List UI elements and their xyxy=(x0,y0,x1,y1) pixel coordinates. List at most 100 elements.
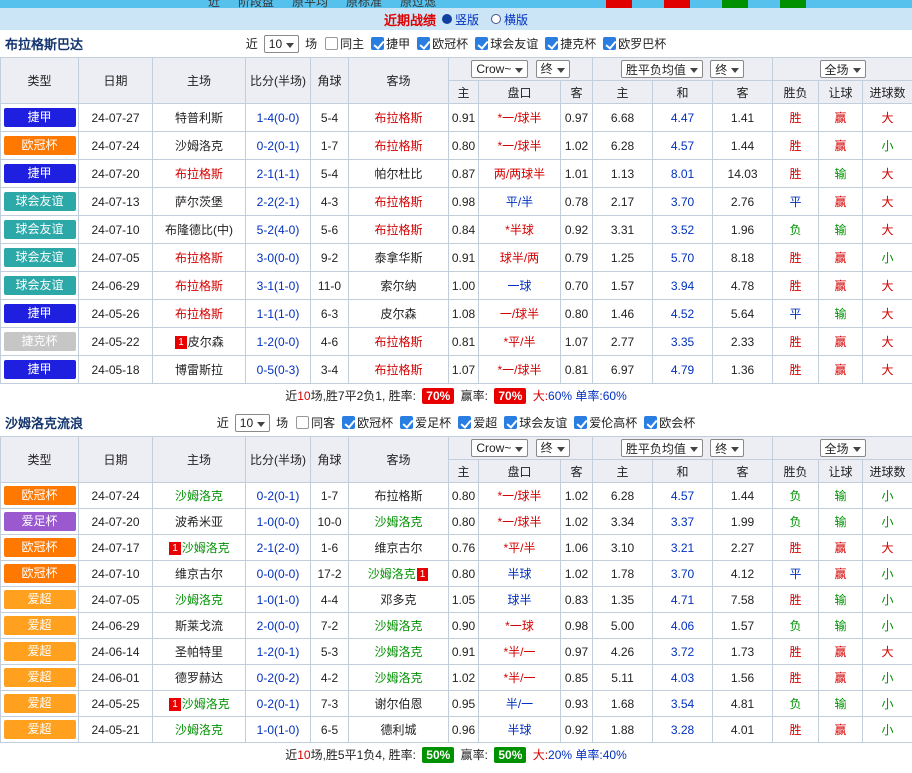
layout-radio-option[interactable]: 横版 xyxy=(491,11,528,28)
match-score[interactable]: 1-0(1-0) xyxy=(257,723,300,737)
match-score[interactable]: 2-1(2-0) xyxy=(257,541,300,555)
avg-time-select[interactable]: 终 xyxy=(710,439,744,457)
layout-radio-option[interactable]: 竖版 xyxy=(442,11,479,28)
competition-badge: 球会友谊 xyxy=(4,192,76,211)
match-score[interactable]: 3-0(0-0) xyxy=(257,251,300,265)
avg-away-cell: 1.73 xyxy=(713,639,773,665)
handicap-line: 两/两球半 xyxy=(494,167,545,181)
scope-select[interactable]: 全场 xyxy=(820,439,866,457)
select-value: 终 xyxy=(715,440,727,457)
avg-home: 4.26 xyxy=(611,645,634,659)
checkbox-icon xyxy=(475,37,488,50)
goals-result-cell: 小 xyxy=(863,587,912,613)
avg-draw: 4.06 xyxy=(671,619,694,633)
result-cell: 胜 xyxy=(773,535,819,561)
avg-odds-select[interactable]: 胜平负均值 xyxy=(621,439,703,457)
filter-checkbox[interactable]: 球会友谊 xyxy=(475,35,538,52)
avg-time-select[interactable]: 终 xyxy=(710,60,744,78)
filter-checkbox[interactable]: 同客 xyxy=(296,414,335,431)
match-date: 24-07-17 xyxy=(91,541,139,555)
avg-odds-select[interactable]: 胜平负均值 xyxy=(621,60,703,78)
away-team-name: 沙姆洛克 xyxy=(368,567,416,581)
handicap-cell: *一/球半 xyxy=(479,356,561,384)
avg-away-cell: 14.03 xyxy=(713,160,773,188)
corner-cell: 4-3 xyxy=(311,188,349,216)
filter-checkbox[interactable]: 欧罗巴杯 xyxy=(603,35,666,52)
result-wdl: 胜 xyxy=(790,541,802,555)
filter-label: 爱伦高杯 xyxy=(589,414,637,431)
competition-filters: 同客欧冠杯爱足杯爱超球会友谊 爱伦高杯欧会杯 xyxy=(296,414,695,431)
bookmaker-select[interactable]: Crow~ xyxy=(471,60,528,78)
filter-checkbox[interactable]: 爱伦高杯 xyxy=(574,414,637,431)
match-score[interactable]: 0-0(0-0) xyxy=(257,567,300,581)
match-date: 24-07-24 xyxy=(91,489,139,503)
match-score[interactable]: 5-2(4-0) xyxy=(257,223,300,237)
filters-bar: 近 10 场 同客欧冠杯爱足杯爱超球会友谊爱伦高杯欧会杯 xyxy=(217,414,696,432)
match-score[interactable]: 0-2(0-1) xyxy=(257,489,300,503)
avg-draw-cell: 4.52 xyxy=(653,300,713,328)
match-score[interactable]: 2-0(0-0) xyxy=(257,619,300,633)
goals-result-cell: 小 xyxy=(863,613,912,639)
handicap-result-cell: 赢 xyxy=(819,717,863,743)
away-team-name: 布拉格斯 xyxy=(374,223,422,237)
filter-checkbox[interactable]: 球会友谊 xyxy=(504,414,567,431)
match-date: 24-07-10 xyxy=(91,567,139,581)
match-score[interactable]: 1-2(0-0) xyxy=(257,335,300,349)
result-cell: 负 xyxy=(773,613,819,639)
match-score[interactable]: 0-2(0-1) xyxy=(257,139,300,153)
match-score[interactable]: 0-5(0-3) xyxy=(257,363,300,377)
select-value: 终 xyxy=(541,60,553,77)
match-date: 24-05-26 xyxy=(91,307,139,321)
competition-badge: 爱超 xyxy=(4,590,76,609)
scope-select[interactable]: 全场 xyxy=(820,60,866,78)
result-handicap: 输 xyxy=(835,307,847,321)
avg-draw: 3.21 xyxy=(671,541,694,555)
filter-checkbox[interactable]: 欧冠杯 xyxy=(417,35,468,52)
match-score[interactable]: 2-1(1-1) xyxy=(257,167,300,181)
odds-away: 0.93 xyxy=(565,697,588,711)
bookmaker-select[interactable]: Crow~ xyxy=(471,439,528,457)
type-cell: 爱超 xyxy=(1,587,79,613)
odds-away: 1.02 xyxy=(565,489,588,503)
match-score[interactable]: 0-2(0-1) xyxy=(257,697,300,711)
away-cell: 布拉格斯 xyxy=(349,216,449,244)
match-score[interactable]: 1-4(0-0) xyxy=(257,111,300,125)
avg-away: 1.44 xyxy=(731,139,754,153)
filter-checkbox[interactable]: 爱超 xyxy=(458,414,497,431)
avg-away: 4.01 xyxy=(731,723,754,737)
match-score[interactable]: 1-0(1-0) xyxy=(257,593,300,607)
match-count-select[interactable]: 10 xyxy=(235,414,270,432)
sub-avg-draw: 和 xyxy=(653,81,713,104)
score-cell: 0-0(0-0) xyxy=(246,561,311,587)
type-cell: 球会友谊 xyxy=(1,272,79,300)
filter-checkbox[interactable]: 捷甲 xyxy=(371,35,410,52)
match-score[interactable]: 1-0(0-0) xyxy=(257,515,300,529)
result-cell: 胜 xyxy=(773,272,819,300)
match-score[interactable]: 1-2(0-1) xyxy=(257,645,300,659)
odds-time-select[interactable]: 终 xyxy=(536,439,570,457)
away-cell: 沙姆洛克 xyxy=(349,613,449,639)
handicap-result-cell: 输 xyxy=(819,613,863,639)
match-score[interactable]: 1-1(1-0) xyxy=(257,307,300,321)
type-cell: 爱足杯 xyxy=(1,509,79,535)
home-team-name: 沙姆洛克 xyxy=(182,541,230,555)
home-cell: 布拉格斯 xyxy=(153,300,246,328)
filter-checkbox[interactable]: 捷克杯 xyxy=(545,35,596,52)
odds-away-cell: 0.97 xyxy=(561,104,593,132)
date-cell: 24-06-29 xyxy=(79,272,153,300)
near-label: 近 xyxy=(217,414,229,431)
match-score[interactable]: 3-1(1-0) xyxy=(257,279,300,293)
recent-results-bar: 近期战绩 竖版横版 xyxy=(0,8,912,30)
home-team-name: 布拉格斯 xyxy=(175,279,223,293)
odds-time-select[interactable]: 终 xyxy=(536,60,570,78)
filter-checkbox[interactable]: 欧会杯 xyxy=(644,414,695,431)
match-score[interactable]: 0-2(0-2) xyxy=(257,671,300,685)
filter-checkbox[interactable]: 爱足杯 xyxy=(400,414,451,431)
filter-checkbox[interactable]: 同主 xyxy=(325,35,364,52)
corner-cell: 6-3 xyxy=(311,300,349,328)
filter-checkbox[interactable]: 欧冠杯 xyxy=(342,414,393,431)
match-count-select[interactable]: 10 xyxy=(264,35,299,53)
result-wdl: 平 xyxy=(790,567,802,581)
match-score[interactable]: 2-2(2-1) xyxy=(257,195,300,209)
odds-away-cell: 1.02 xyxy=(561,483,593,509)
